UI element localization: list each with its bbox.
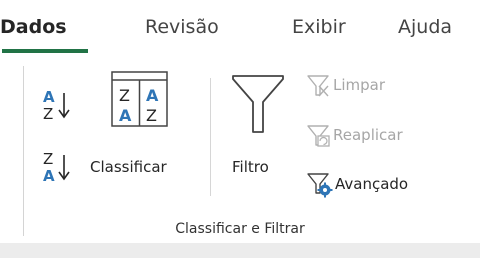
reaplicar-label: Reaplicar bbox=[333, 126, 403, 144]
tab-revisao[interactable]: Revisão bbox=[145, 16, 219, 38]
avancado-label: Avançado bbox=[335, 175, 409, 193]
group-divider bbox=[23, 66, 24, 236]
ribbon-group-sort-filter: A Z Z A Z A A Z Classificar Filtro Limpa… bbox=[0, 56, 480, 242]
ribbon-tab-bar: Dados Revisão Exibir Ajuda bbox=[0, 0, 480, 56]
filtro-label: Filtro bbox=[232, 158, 269, 176]
tab-dados[interactable]: Dados bbox=[0, 16, 67, 38]
ribbon-bottom-edge bbox=[0, 243, 480, 258]
sort-a-to-z-button[interactable]: A Z bbox=[38, 82, 78, 126]
clear-filter-icon bbox=[307, 75, 329, 97]
sort-glyph-z: Z bbox=[43, 105, 53, 123]
funnel-filter-icon bbox=[232, 75, 284, 133]
limpar-button[interactable]: Limpar bbox=[306, 72, 406, 102]
group-label: Classificar e Filtrar bbox=[175, 221, 305, 237]
limpar-label: Limpar bbox=[333, 76, 386, 94]
sort-a-to-z-icon: A Z bbox=[43, 88, 70, 123]
sort-dialog-icon: Z A A Z bbox=[111, 71, 168, 127]
sort-z-to-a-icon: Z A bbox=[43, 150, 70, 185]
sort-glyph-z: Z bbox=[146, 106, 157, 125]
reapply-filter-icon bbox=[307, 125, 330, 147]
sort-glyph-z: Z bbox=[43, 150, 53, 168]
filtro-button[interactable]: Filtro bbox=[226, 66, 292, 178]
sort-z-to-a-button[interactable]: Z A bbox=[38, 144, 78, 190]
sort-glyph-a: A bbox=[146, 86, 159, 105]
group-separator bbox=[210, 78, 211, 196]
sort-glyph-a: A bbox=[43, 88, 55, 106]
sort-glyph-a: A bbox=[119, 106, 132, 125]
sort-glyph-z: Z bbox=[119, 86, 130, 105]
avancado-button[interactable]: Avançado bbox=[306, 170, 456, 200]
active-tab-indicator bbox=[2, 49, 88, 53]
classificar-button[interactable]: Z A A Z Classificar bbox=[88, 66, 200, 178]
sort-glyph-a: A bbox=[43, 167, 55, 185]
advanced-filter-icon bbox=[307, 173, 333, 198]
classificar-label: Classificar bbox=[90, 158, 167, 176]
tab-ajuda[interactable]: Ajuda bbox=[398, 16, 452, 38]
tab-exibir[interactable]: Exibir bbox=[292, 16, 346, 38]
reaplicar-button[interactable]: Reaplicar bbox=[306, 122, 446, 152]
